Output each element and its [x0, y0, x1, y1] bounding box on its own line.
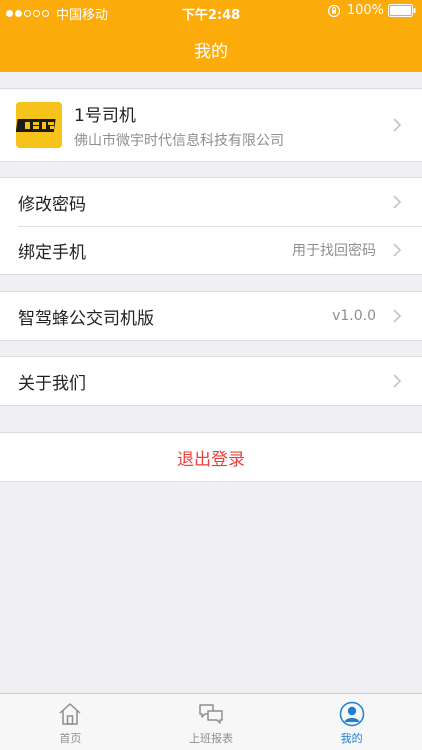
- logout-group: 退出登录: [0, 432, 422, 482]
- profile-company: 佛山市微宇时代信息科技有限公司: [74, 132, 284, 149]
- status-bar: 中国移动 下午2:48 100%: [0, 0, 422, 24]
- profile-group: 1号司机 佛山市微宇时代信息科技有限公司: [0, 88, 422, 162]
- app-name-label: 智驾蜂公交司机版: [18, 308, 154, 329]
- app-version-row[interactable]: 智驾蜂公交司机版 v1.0.0: [0, 292, 422, 340]
- bind-phone-label: 绑定手机: [18, 242, 86, 263]
- user-icon: [339, 701, 364, 727]
- chat-report-icon: [199, 704, 223, 724]
- tab-report-label: 上班报表: [189, 732, 233, 745]
- header: 中国移动 下午2:48 100% 我的: [0, 0, 422, 72]
- tab-report[interactable]: 上班报表: [141, 694, 282, 750]
- tab-mine[interactable]: 我的: [281, 694, 422, 750]
- app-logo-icon: [16, 102, 62, 148]
- about-us-label: 关于我们: [18, 373, 86, 394]
- bind-phone-detail: 用于找回密码: [292, 243, 376, 259]
- rotation-lock-icon: [327, 4, 340, 17]
- chevron-right-icon: [393, 118, 402, 132]
- chevron-right-icon: [393, 243, 402, 257]
- app-version: v1.0.0: [332, 308, 376, 324]
- profile-name: 1号司机: [74, 105, 136, 126]
- chevron-right-icon: [393, 195, 402, 209]
- chevron-right-icon: [393, 309, 402, 323]
- about-group: 关于我们: [0, 356, 422, 406]
- change-password-label: 修改密码: [18, 194, 86, 215]
- tab-mine-label: 我的: [340, 732, 363, 745]
- logout-button[interactable]: 退出登录: [0, 433, 422, 481]
- account-group: 修改密码 绑定手机 用于找回密码: [0, 177, 422, 275]
- change-password-row[interactable]: 修改密码: [0, 178, 422, 226]
- logout-label: 退出登录: [177, 449, 245, 470]
- home-icon: [59, 703, 81, 725]
- status-right: 100%: [327, 3, 416, 18]
- page-title: 我的: [194, 42, 228, 62]
- tab-bar: 首页 上班报表 我的: [0, 693, 422, 750]
- battery-icon: [388, 4, 416, 17]
- tab-home[interactable]: 首页: [0, 694, 141, 750]
- tab-home-label: 首页: [59, 732, 82, 745]
- bind-phone-row[interactable]: 绑定手机 用于找回密码: [0, 226, 422, 274]
- app-info-group: 智驾蜂公交司机版 v1.0.0: [0, 291, 422, 341]
- battery-percent: 100%: [346, 3, 384, 18]
- profile-text: 1号司机 佛山市微宇时代信息科技有限公司: [74, 101, 284, 150]
- chevron-right-icon: [393, 374, 402, 388]
- about-us-row[interactable]: 关于我们: [0, 357, 422, 405]
- profile-row[interactable]: 1号司机 佛山市微宇时代信息科技有限公司: [0, 89, 422, 161]
